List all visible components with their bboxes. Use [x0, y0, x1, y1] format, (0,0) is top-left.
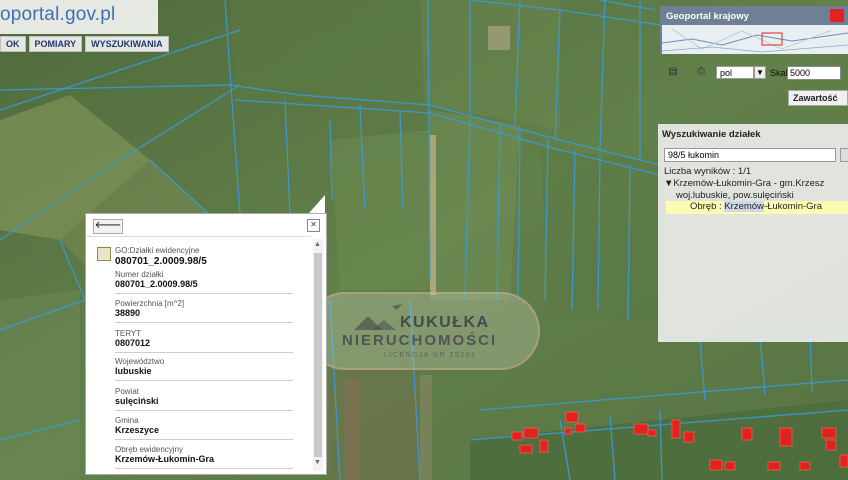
scroll-up-icon[interactable]: ▲	[314, 241, 321, 248]
contents-button[interactable]: Zawartość	[788, 90, 848, 106]
parcel-info-popup: 🡐 ✕ GO:Działki ewidencyjne 080701_2.0009…	[85, 213, 327, 475]
field-separator	[115, 322, 293, 323]
layer-label: GO:Działki ewidencyjne	[115, 246, 200, 255]
field-label: Numer działki	[115, 270, 164, 279]
minimize-icon[interactable]	[830, 9, 844, 22]
field-separator	[115, 380, 293, 381]
field-label: Obręb ewidencyjny	[115, 445, 184, 454]
watermark-title: KUKUŁKA	[400, 314, 490, 331]
field-voivodeship: Województwo lubuskie	[115, 357, 295, 381]
language-select[interactable]: pol	[716, 66, 754, 79]
print-icon[interactable]: ⎙	[694, 65, 708, 79]
watermark-subtitle: NIERUCHOMOŚCI	[342, 332, 498, 349]
field-value: 0807012	[115, 338, 151, 348]
house-bird-icon	[354, 304, 402, 330]
scroll-down-icon[interactable]: ▼	[314, 459, 321, 466]
toolbar-measurements-button[interactable]: POMIARY	[28, 36, 83, 52]
result-precinct-suffix: -Łukomin-Gra	[763, 201, 822, 212]
overview-map-title: Geoportal krajowy	[666, 11, 749, 22]
layer-value: 080701_2.0009.98/5	[115, 256, 207, 267]
overview-minimap[interactable]	[662, 25, 848, 54]
popup-pointer	[309, 195, 325, 213]
field-commune: Gmina Krzeszyce	[115, 416, 295, 440]
chevron-down-icon[interactable]: ▼	[754, 66, 766, 79]
field-parcel-number: Numer działki 080701_2.0009.98/5	[115, 270, 295, 294]
field-separator	[115, 352, 293, 353]
result-precinct[interactable]: Obręb : Krzemów-Łukomin-Gra	[690, 201, 822, 212]
field-separator	[115, 468, 293, 469]
field-label: Powiat	[115, 387, 140, 396]
field-area: Powierzchnia [m^2] 38890	[115, 299, 295, 323]
field-value: 080701_2.0009.98/5	[115, 279, 198, 289]
field-precinct: Obręb ewidencyjny Krzemów-Łukomin-Gra	[115, 445, 295, 469]
field-label: Gmina	[115, 416, 139, 425]
close-icon[interactable]: ✕	[307, 219, 320, 232]
field-value: sulęciński	[115, 396, 159, 406]
legend-icon[interactable]: ▤	[666, 65, 680, 79]
main-toolbar: OK POMIARY WYSZUKIWANIA	[0, 36, 172, 52]
field-teryt: TERYT 0807012	[115, 329, 295, 353]
toolbar-search-button[interactable]: WYSZUKIWANIA	[85, 36, 169, 52]
field-value: lubuskie	[115, 366, 152, 376]
map-controls-row: ▤ ⎙ pol ▼ Skala: 5000	[660, 64, 848, 82]
geoportal-logo[interactable]: oportal.gov.pl	[0, 0, 158, 34]
result-precinct-prefix: Obręb :	[690, 201, 725, 212]
toolbar-ok-button[interactable]: OK	[0, 36, 26, 52]
popup-scrollbar[interactable]: ▲ ▼	[313, 239, 323, 471]
field-value: 38890	[115, 308, 141, 318]
field-county: Powiat sulęciński	[115, 387, 295, 411]
field-label: Powierzchnia [m^2]	[115, 299, 185, 308]
overview-map-panel: Geoportal krajowy	[660, 6, 848, 54]
field-separator	[115, 410, 293, 411]
results-count: Liczba wyników : 1/1	[664, 166, 752, 177]
logo-text: oportal.gov.pl	[0, 4, 116, 25]
scale-input[interactable]: 5000	[787, 66, 841, 80]
layer-icon	[97, 247, 111, 261]
field-value: Krzemów-Łukomin-Gra	[115, 454, 215, 464]
result-tree-item[interactable]: ▼Krzemów-Łukomin-Gra - gm.Krzesz	[664, 178, 824, 189]
field-separator	[115, 439, 293, 440]
field-value: Krzeszyce	[115, 425, 160, 435]
result-precinct-highlight: Krzemów	[724, 201, 764, 212]
watermark: KUKUŁKA NIERUCHOMOŚCI LICENCJA NR 25201	[306, 292, 540, 370]
scrollbar-thumb[interactable]	[314, 253, 322, 457]
popup-divider	[86, 236, 311, 237]
parcel-search-input[interactable]: 98/5 łukomin	[664, 148, 836, 162]
search-panel-title: Wyszukiwanie działek	[662, 129, 761, 140]
field-label: TERYT	[115, 329, 142, 338]
parcel-search-panel: Wyszukiwanie działek 98/5 łukomin Liczba…	[658, 124, 848, 342]
result-location: woj.lubuskie, pow.sulęciński	[676, 190, 794, 201]
back-arrow-icon[interactable]: 🡐	[93, 219, 123, 234]
field-label: Województwo	[115, 357, 165, 366]
field-separator	[115, 293, 293, 294]
watermark-license: LICENCJA NR 25201	[384, 352, 477, 359]
search-button[interactable]	[840, 148, 848, 162]
